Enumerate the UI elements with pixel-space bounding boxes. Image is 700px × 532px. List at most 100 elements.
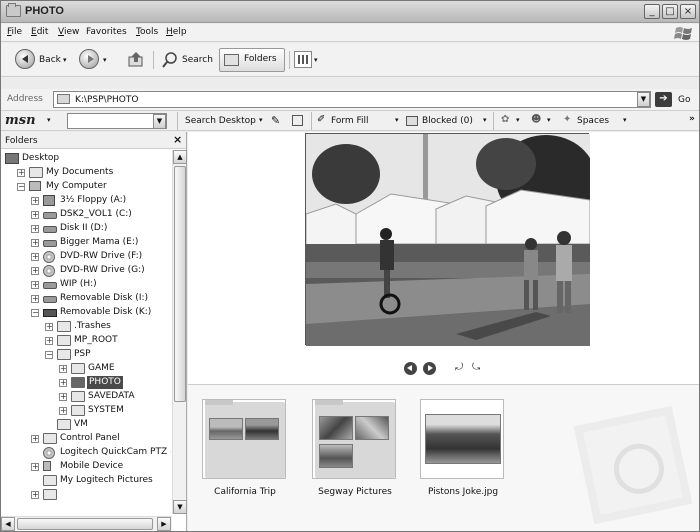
go-button[interactable]: Go xyxy=(678,95,690,105)
expand-plus-icon[interactable]: + xyxy=(31,211,39,219)
tree-item-drive-d[interactable]: + Disk II (D:) xyxy=(5,222,165,236)
tree-item-system[interactable]: + SYSTEM xyxy=(5,404,165,418)
expand-plus-icon[interactable]: + xyxy=(31,491,39,499)
minimize-button[interactable]: _ xyxy=(644,4,660,19)
scrollbar-thumb[interactable] xyxy=(17,518,153,530)
menu-edit[interactable]: Edit xyxy=(31,27,48,37)
expand-plus-icon[interactable]: + xyxy=(31,435,39,443)
tree-item-mobile-device[interactable]: + Mobile Device xyxy=(5,460,165,474)
scrollbar-thumb[interactable] xyxy=(174,166,186,402)
spaces-button[interactable]: Spaces xyxy=(577,116,609,126)
tree-item-logitech-quickcam[interactable]: Logitech QuickCam PTZ # xyxy=(5,446,171,460)
tree-item-dvd-f[interactable]: + DVD-RW Drive (F:) xyxy=(5,250,165,264)
collapse-minus-icon[interactable]: − xyxy=(45,351,53,359)
tree-item-trashes[interactable]: + .Trashes xyxy=(5,320,165,334)
address-dropdown-button[interactable]: ▼ xyxy=(637,92,650,107)
search-desktop-dropdown-icon[interactable]: ▾ xyxy=(259,116,263,124)
msn-search-input[interactable]: ▼ xyxy=(67,113,167,129)
forward-arrow-icon[interactable] xyxy=(79,49,99,69)
expand-plus-icon[interactable]: + xyxy=(59,393,67,401)
expand-plus-icon[interactable]: + xyxy=(31,295,39,303)
tree-item-drive-c[interactable]: + DSK2_VOL1 (C:) xyxy=(5,208,165,222)
form-fill-button[interactable]: Form Fill xyxy=(331,116,369,126)
folders-horizontal-scrollbar[interactable]: ◀ ▶ xyxy=(1,516,172,531)
rotate-counterclockwise-icon[interactable]: ⤿ xyxy=(472,362,486,374)
previous-image-button[interactable] xyxy=(404,362,417,375)
go-arrow-icon[interactable]: ➔ xyxy=(655,92,672,107)
tree-item-savedata[interactable]: + SAVEDATA xyxy=(5,390,165,404)
address-field[interactable]: K:\PSP\PHOTO ▼ xyxy=(53,91,651,108)
back-dropdown-icon[interactable]: ▾ xyxy=(63,49,67,71)
toolbar-overflow-chevron-icon[interactable]: » xyxy=(689,114,695,124)
expand-plus-icon[interactable]: + xyxy=(17,169,25,177)
expand-plus-icon[interactable]: + xyxy=(45,337,53,345)
expand-plus-icon[interactable]: + xyxy=(31,253,39,261)
up-folder-icon[interactable] xyxy=(127,51,145,69)
tree-item-my-logitech-pictures[interactable]: My Logitech Pictures xyxy=(5,474,171,488)
views-dropdown-icon[interactable]: ▾ xyxy=(314,49,318,71)
tree-item-game[interactable]: + GAME xyxy=(5,362,165,376)
close-button[interactable]: × xyxy=(680,4,696,19)
tree-item-vm[interactable]: VM xyxy=(5,418,165,432)
expand-plus-icon[interactable]: + xyxy=(31,239,39,247)
scroll-down-arrow-icon[interactable]: ▼ xyxy=(173,500,187,514)
blocked-button[interactable]: Blocked (0) xyxy=(422,116,473,126)
tree-item-partial[interactable]: + xyxy=(5,488,165,502)
folders-vertical-scrollbar[interactable]: ▲ ▼ xyxy=(172,150,187,514)
form-fill-dropdown-icon[interactable]: ▾ xyxy=(395,116,399,124)
butterfly-dropdown-icon[interactable]: ▾ xyxy=(516,116,520,124)
butterfly-icon[interactable]: ✿ xyxy=(501,114,509,125)
folders-button[interactable]: Folders xyxy=(219,48,285,72)
expand-plus-icon[interactable]: + xyxy=(59,407,67,415)
search-button[interactable]: Search xyxy=(182,49,213,71)
expand-plus-icon[interactable]: + xyxy=(59,365,67,373)
highlight-pen-icon[interactable]: ✎ xyxy=(271,114,280,127)
search-icon[interactable] xyxy=(161,51,179,69)
spaces-dropdown-icon[interactable]: ▾ xyxy=(623,116,627,124)
expand-plus-icon[interactable]: + xyxy=(31,463,39,471)
tree-item-removable-i[interactable]: + Removable Disk (I:) xyxy=(5,292,165,306)
msn-search-dropdown-button[interactable]: ▼ xyxy=(153,114,166,129)
tree-item-mp-root[interactable]: + MP_ROOT xyxy=(5,334,165,348)
tree-item-my-computer[interactable]: − My Computer xyxy=(5,180,165,194)
tree-item-my-documents[interactable]: + My Documents xyxy=(5,166,165,180)
expand-plus-icon[interactable]: + xyxy=(45,323,53,331)
menu-file[interactable]: File xyxy=(7,27,22,37)
expand-plus-icon[interactable]: + xyxy=(59,379,67,387)
next-image-button[interactable] xyxy=(423,362,436,375)
tree-item-floppy-a[interactable]: + 3½ Floppy (A:) xyxy=(5,194,165,208)
menu-help[interactable]: Help xyxy=(166,27,187,37)
tree-item-desktop[interactable]: Desktop xyxy=(5,152,165,166)
image-preview[interactable] xyxy=(305,133,590,346)
title-bar[interactable]: PHOTO _ □ × xyxy=(1,1,699,23)
maximize-button[interactable]: □ xyxy=(662,4,678,19)
blocked-dropdown-icon[interactable]: ▾ xyxy=(483,116,487,124)
scroll-up-arrow-icon[interactable]: ▲ xyxy=(173,150,187,164)
back-arrow-icon[interactable] xyxy=(15,49,35,69)
forward-dropdown-icon[interactable]: ▾ xyxy=(103,49,107,71)
expand-plus-icon[interactable]: + xyxy=(31,225,39,233)
search-desktop-button[interactable]: Search Desktop xyxy=(185,116,256,126)
msn-menu-dropdown-icon[interactable]: ▾ xyxy=(47,116,51,124)
tree-item-drive-h[interactable]: + WIP (H:) xyxy=(5,278,165,292)
expand-plus-icon[interactable]: + xyxy=(31,197,39,205)
menu-tools[interactable]: Tools xyxy=(136,27,158,37)
menu-view[interactable]: View xyxy=(58,27,79,37)
tree-item-control-panel[interactable]: + Control Panel xyxy=(5,432,165,446)
back-button-label[interactable]: Back xyxy=(39,49,61,71)
edit-box-icon[interactable] xyxy=(292,115,303,126)
collapse-minus-icon[interactable]: − xyxy=(17,183,25,191)
menu-favorites[interactable]: Favorites xyxy=(86,27,127,37)
tree-item-photo[interactable]: + PHOTO xyxy=(5,376,165,390)
expand-plus-icon[interactable]: + xyxy=(31,281,39,289)
messenger-dropdown-icon[interactable]: ▾ xyxy=(547,116,551,124)
messenger-buddy-icon[interactable]: ☻ xyxy=(531,114,541,125)
views-button[interactable] xyxy=(294,51,312,68)
msn-logo[interactable]: msn xyxy=(5,113,36,128)
tree-item-drive-e[interactable]: + Bigger Mama (E:) xyxy=(5,236,165,250)
tree-item-dvd-g[interactable]: + DVD-RW Drive (G:) xyxy=(5,264,165,278)
scroll-left-arrow-icon[interactable]: ◀ xyxy=(1,517,15,531)
collapse-minus-icon[interactable]: − xyxy=(31,309,39,317)
tree-item-removable-k[interactable]: − Removable Disk (K:) xyxy=(5,306,165,320)
tree-item-psp[interactable]: − PSP xyxy=(5,348,165,362)
